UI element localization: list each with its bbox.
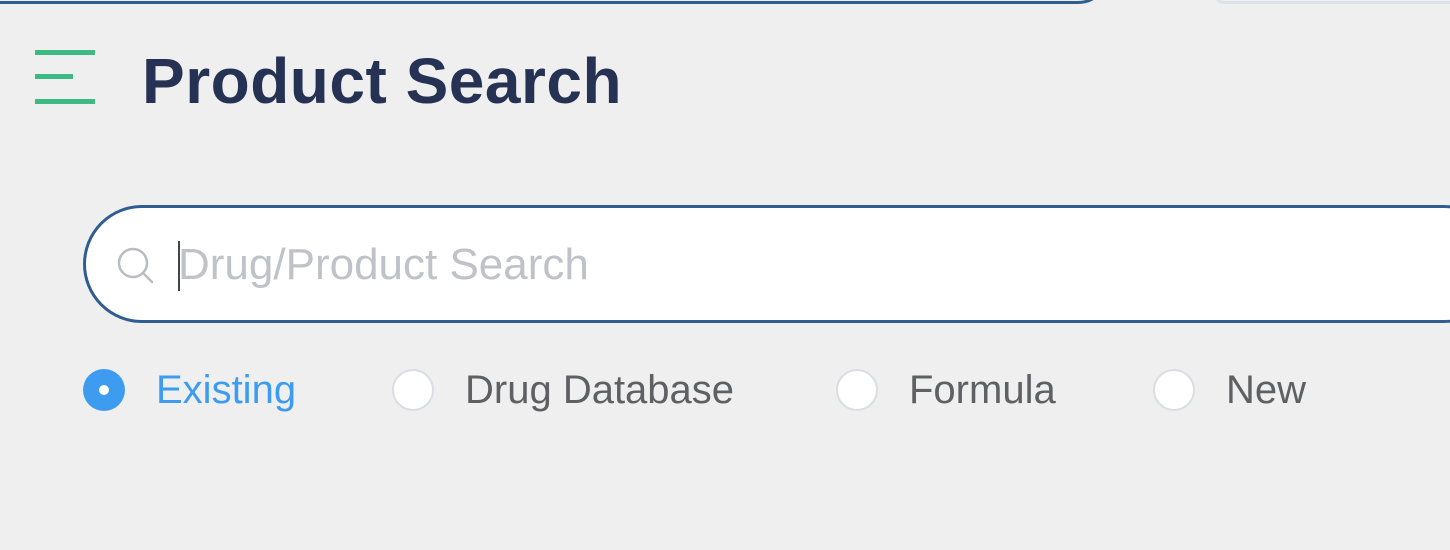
page-title: Product Search — [142, 45, 623, 117]
radio-option-drug-database[interactable]: Drug Database — [392, 362, 734, 418]
radio-label-new: New — [1226, 367, 1307, 412]
radio-option-formula[interactable]: Formula — [836, 362, 1056, 418]
radio-label-formula: Formula — [909, 367, 1056, 412]
search-bar[interactable] — [83, 205, 1450, 323]
radio-label-drug-database: Drug Database — [465, 367, 735, 412]
radio-button[interactable] — [392, 369, 434, 411]
top-input-partial[interactable] — [0, 0, 1110, 4]
hamburger-menu-icon[interactable] — [35, 50, 97, 106]
radio-button[interactable] — [836, 369, 878, 411]
radio-button[interactable] — [1153, 369, 1195, 411]
search-icon — [117, 247, 154, 284]
radio-label-existing: Existing — [156, 367, 297, 412]
radio-option-new[interactable]: New — [1153, 362, 1306, 418]
top-button-partial[interactable] — [1214, 0, 1450, 4]
radio-button-checked[interactable] — [83, 369, 125, 411]
text-caret — [178, 241, 180, 291]
search-input[interactable] — [178, 230, 1378, 300]
radio-option-existing[interactable]: Existing — [83, 362, 296, 418]
